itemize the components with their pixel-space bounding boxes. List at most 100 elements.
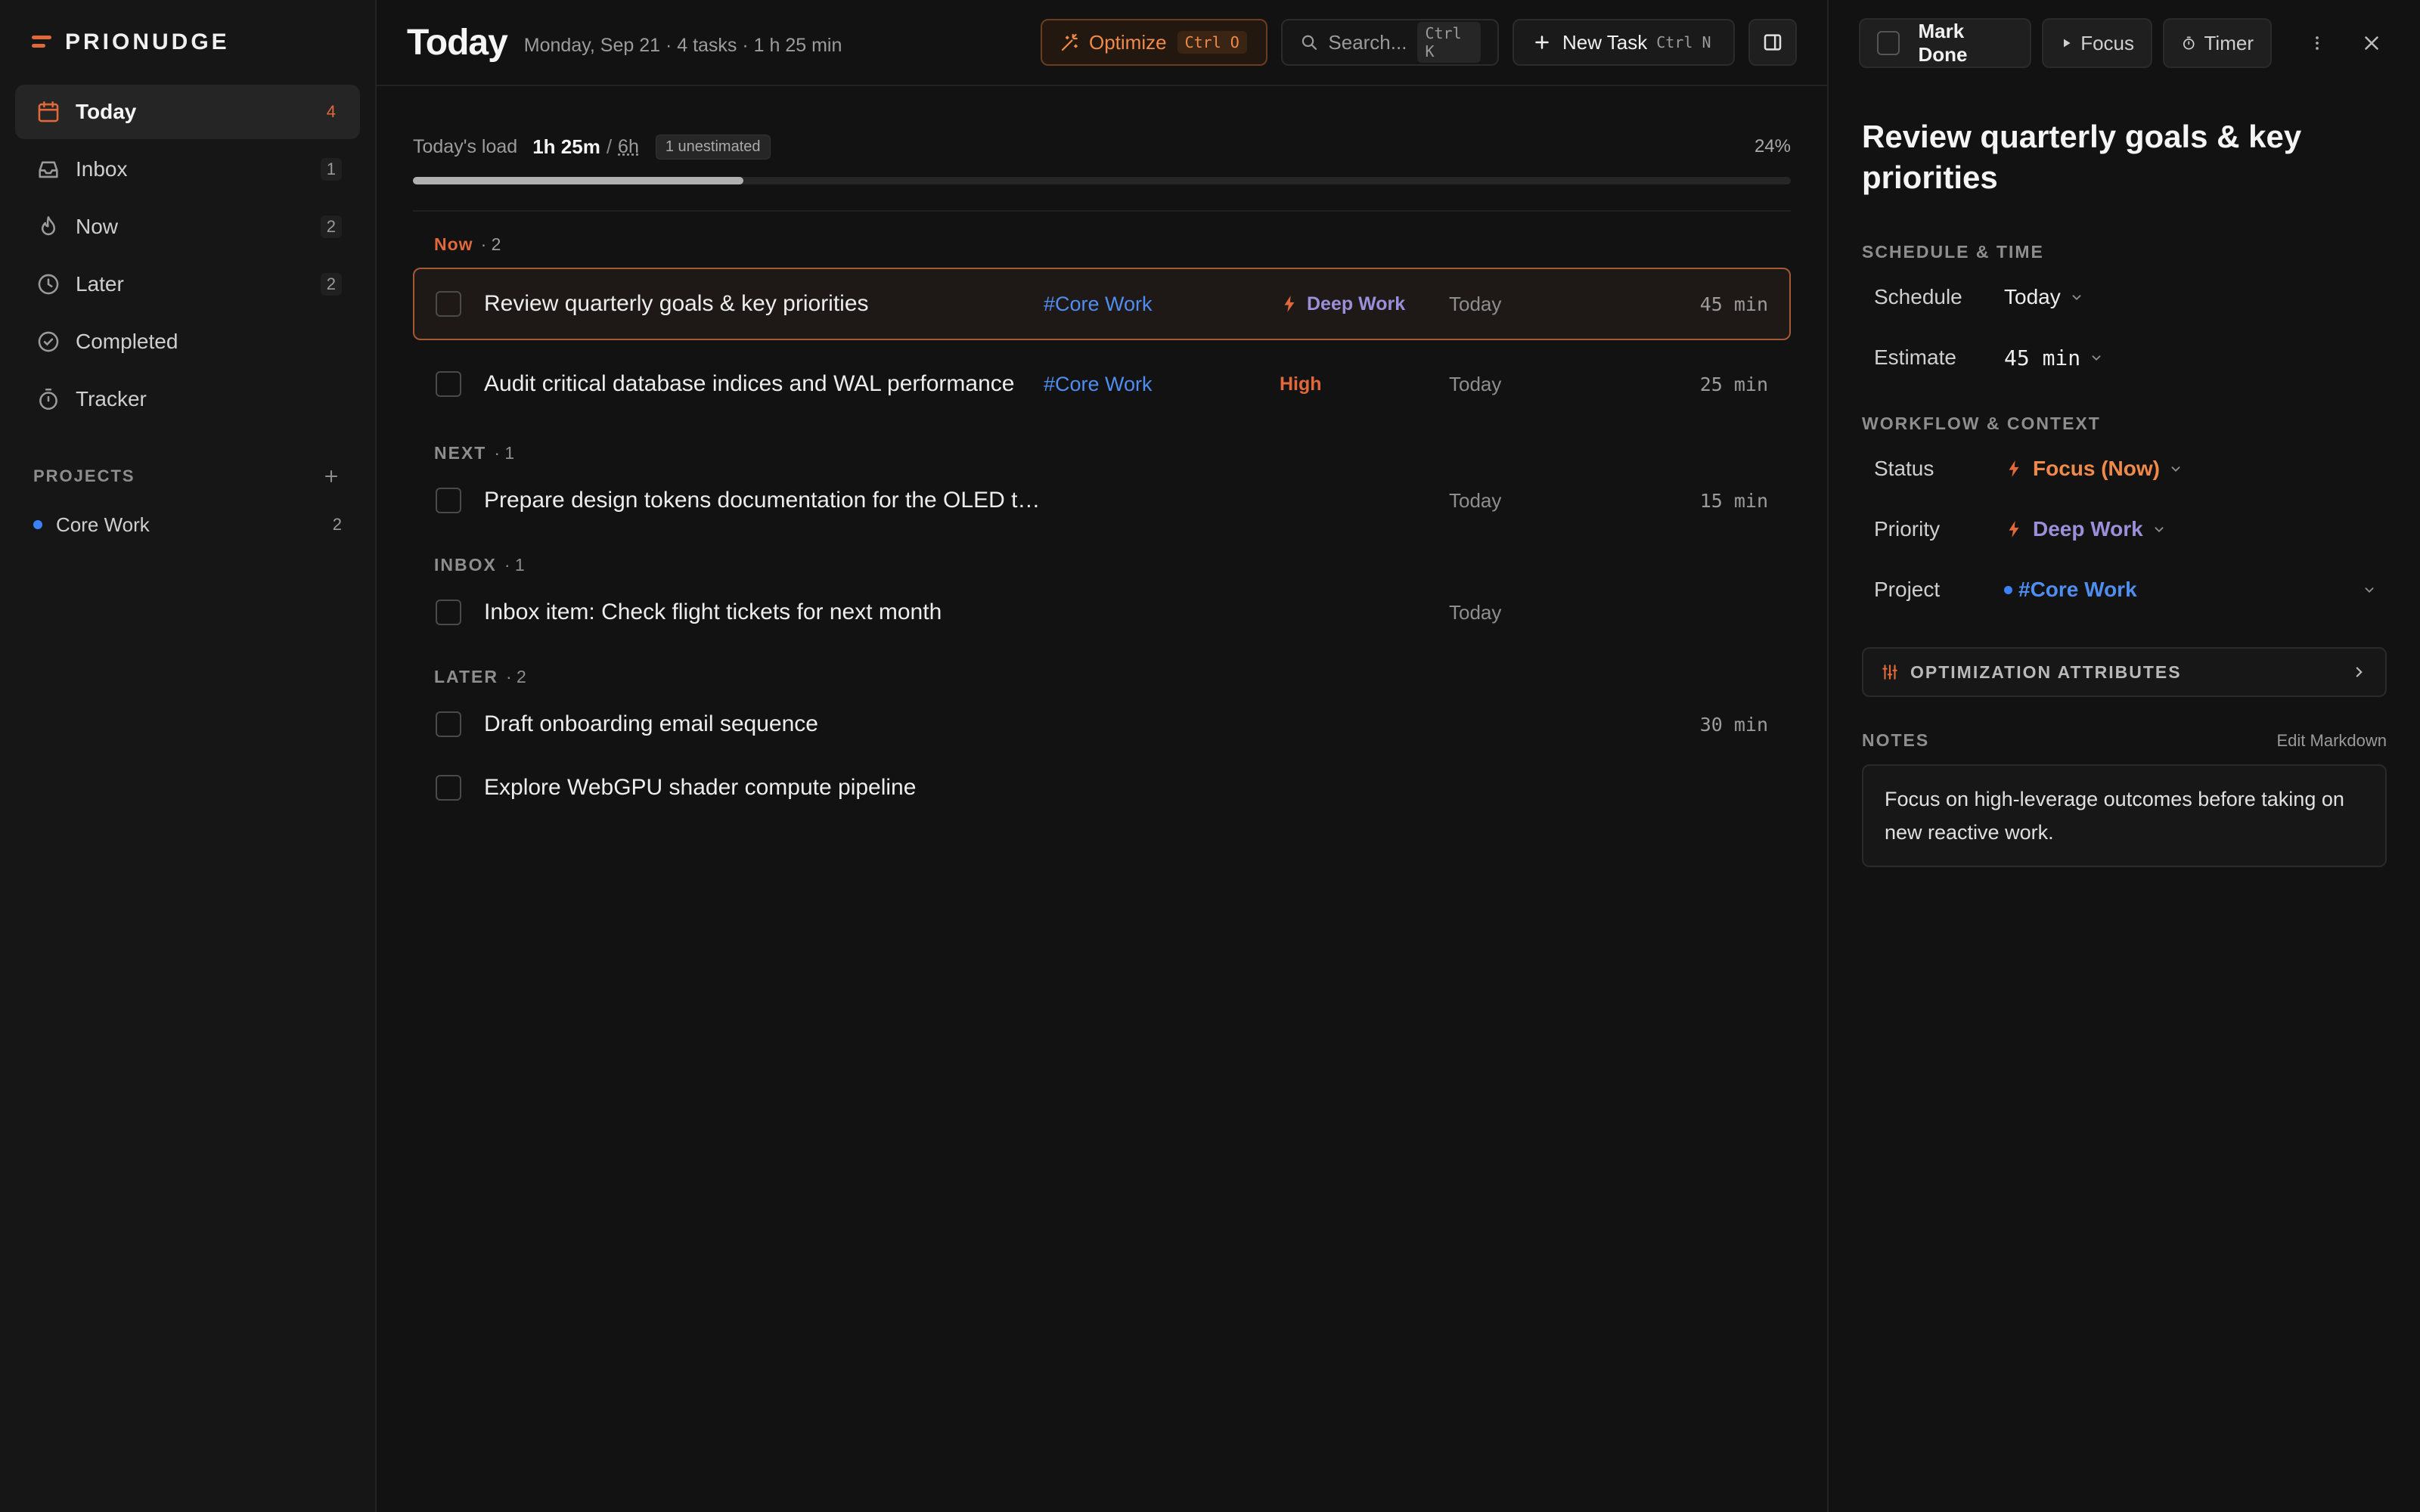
load-percent: 24% [1754,136,1791,156]
project-value: #Core Work [2018,578,2137,601]
estimate-value: 45 min [2004,345,2081,370]
task-row[interactable]: Explore WebGPU shader compute pipeline [413,756,1791,820]
logo-icon [32,36,51,49]
schedule-field: Schedule Today [1862,267,2387,327]
section-count: 1 [504,442,515,463]
schedule-select[interactable]: Today [2004,285,2085,309]
task-checkbox[interactable] [436,600,461,625]
chevron-down-icon [2365,587,2374,593]
priority-select[interactable]: Deep Work [2004,517,2167,541]
notes-header: NOTES Edit Markdown [1862,730,2387,751]
task-project: #Core Work [1044,372,1153,395]
sidebar-item-count: 2 [320,273,342,296]
task-priority: High [1280,373,1322,395]
status-value: Focus (Now) [2033,457,2160,480]
today-load: Today's load 1h 25m / 6h 1 unestimated 2… [377,86,1827,184]
project-select[interactable]: #Core Work [2004,578,2387,602]
sidebar-item-later[interactable]: Later 2 [15,257,360,311]
sidebar-item-label: Completed [76,330,178,353]
sidebar-item-label: Inbox [76,157,128,181]
estimate-select[interactable]: 45 min [2004,345,2105,370]
new-task-button[interactable]: New Task Ctrl N [1512,19,1735,66]
field-label: Project [1874,578,1941,601]
sidebar-item-inbox[interactable]: Inbox 1 [15,142,360,197]
task-when: Today [1449,292,1502,315]
task-title: Draft onboarding email sequence [484,711,818,736]
plus-icon[interactable] [321,466,342,487]
more-options-icon[interactable] [2299,25,2335,61]
task-detail-title[interactable]: Review quarterly goals & key priorities [1862,116,2387,198]
edit-markdown-link[interactable]: Edit Markdown [2276,731,2387,751]
section-label: INBOX [434,554,497,575]
project-field: Project #Core Work [1862,559,2387,620]
app-name: PRIONUDGE [65,29,230,54]
sidebar-project-core-work[interactable]: Core Work 2 [0,502,375,547]
task-checkbox[interactable] [436,711,461,737]
sidebar-item-count: 2 [320,215,342,238]
task-estimate: 15 min [1699,489,1768,512]
task-row[interactable]: Prepare design tokens documentation for … [413,469,1791,532]
task-title: Audit critical database indices and WAL … [484,371,1015,396]
sidebar-item-completed[interactable]: Completed [15,314,360,369]
bolt-icon [2009,521,2019,538]
task-checkbox[interactable] [436,371,461,397]
sidebar-item-now[interactable]: Now 2 [15,200,360,254]
section-label: LATER [434,666,498,686]
task-checkbox[interactable] [436,291,461,317]
timer-button[interactable]: Timer [2163,18,2272,68]
section-count: 2 [491,234,501,254]
task-checkbox[interactable] [436,775,461,801]
play-icon [2064,39,2071,48]
toggle-panel-button[interactable] [1748,19,1797,66]
optimization-label: OPTIMIZATION ATTRIBUTES [1910,662,2182,682]
sliders-icon [1882,665,1897,680]
load-capacity[interactable]: 6h [618,136,639,158]
task-detail-panel: Mark Done Focus Timer Review quarterly g… [1829,0,2420,1512]
task-row[interactable]: Draft onboarding email sequence 30 min [413,692,1791,756]
checkbox-icon [1877,31,1900,55]
task-row[interactable]: Review quarterly goals & key priorities … [413,268,1791,340]
load-progress-fill [413,177,744,184]
notes-content[interactable]: Focus on high-leverage outcomes before t… [1862,764,2387,867]
schedule-value: Today [2004,285,2061,308]
task-title: Explore WebGPU shader compute pipeline [484,775,917,800]
field-label: Estimate [1874,345,1956,369]
chevron-down-icon [2155,527,2164,533]
field-label: Priority [1874,517,1941,541]
task-row[interactable]: Inbox item: Check flight tickets for nex… [413,581,1791,644]
sidebar-item-label: Tracker [76,387,147,411]
load-used: 1h 25m [532,135,600,158]
new-task-label: New Task [1562,30,1648,54]
section-count: 1 [514,554,525,575]
sidebar-item-label: Later [76,272,124,296]
sidebar-item-label: Today [76,100,137,123]
search-icon [1302,35,1317,50]
search-input[interactable]: Search... Ctrl K [1281,19,1499,66]
brand: PRIONUDGE [0,0,375,85]
sidebar-item-count: 4 [326,102,336,121]
stopwatch-icon [35,386,62,413]
mark-done-button[interactable]: Mark Done [1859,18,2031,68]
section-header-inbox: INBOX · 1 [434,554,525,575]
search-shortcut: Ctrl K [1417,22,1481,63]
optimize-button[interactable]: Optimize Ctrl O [1041,19,1267,66]
task-checkbox[interactable] [436,488,461,513]
optimization-attributes-toggle[interactable]: OPTIMIZATION ATTRIBUTES [1862,647,2387,697]
search-placeholder: Search... [1328,30,1407,54]
sidebar-item-count: 1 [320,158,342,181]
calendar-icon [35,98,62,125]
new-task-shortcut: Ctrl N [1656,33,1711,51]
sidebar-item-today[interactable]: Today 4 [15,85,360,139]
focus-button[interactable]: Focus [2042,18,2152,68]
task-row[interactable]: Audit critical database indices and WAL … [413,348,1791,420]
close-icon[interactable] [2353,25,2390,61]
priority-field: Priority Deep Work [1862,499,2387,559]
bolt-icon [2009,460,2019,477]
task-estimate: 45 min [1699,293,1768,315]
page-subtitle: Monday, Sep 21 · 4 tasks · 1 h 25 min [523,34,842,56]
focus-label: Focus [2080,31,2134,54]
status-select[interactable]: Focus (Now) [2004,457,2184,481]
sidebar-item-tracker[interactable]: Tracker [15,372,360,426]
section-count: 2 [517,666,526,686]
page-title: Today [407,22,508,63]
